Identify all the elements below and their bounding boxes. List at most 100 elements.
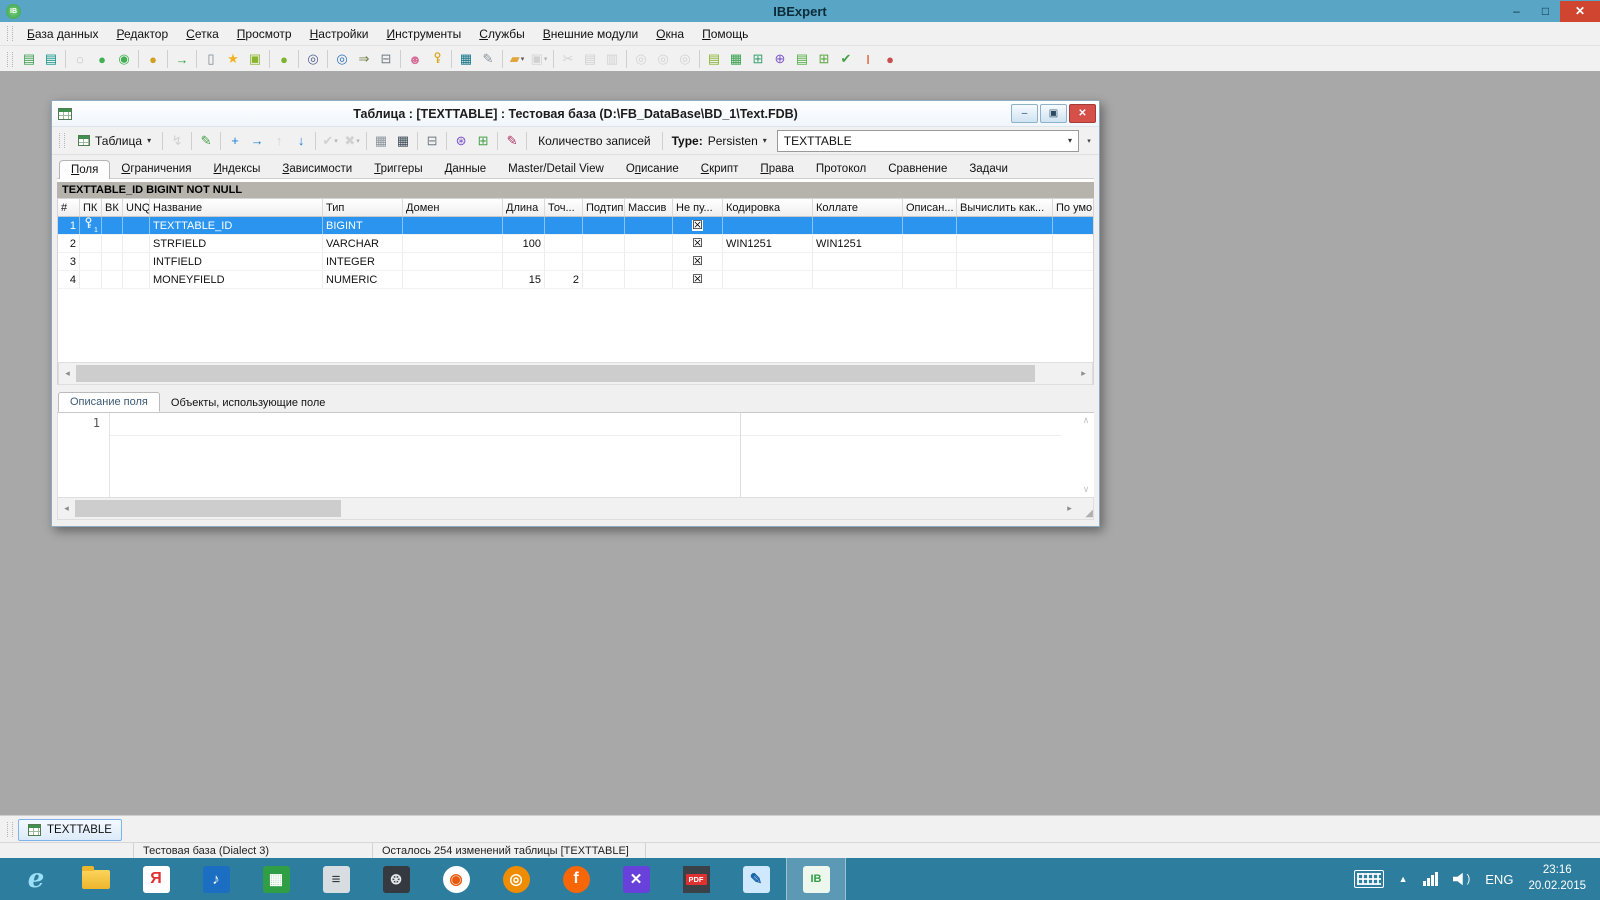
print-preview-icon[interactable]: ⊟ <box>421 130 443 152</box>
register-database-icon[interactable]: ▤ <box>18 48 40 70</box>
scrollbar-thumb[interactable] <box>75 500 341 517</box>
window-tab-texttable[interactable]: TEXTTABLE <box>18 819 122 841</box>
menu-инструменты[interactable]: Инструменты <box>377 24 470 44</box>
field-row[interactable]: 3INTFIELDINTEGER☒ <box>58 253 1093 271</box>
taskbar-icon-paint-app[interactable]: ◉ <box>426 858 486 900</box>
taskbar-icon-firefox[interactable]: f <box>546 858 606 900</box>
open-file-icon[interactable]: ▰▾ <box>506 48 528 70</box>
script-executive-icon[interactable]: ▦ <box>455 48 477 70</box>
tab-права[interactable]: Права <box>749 160 804 178</box>
tab-скрипт[interactable]: Скрипт <box>690 160 750 178</box>
new-generator-icon[interactable]: ⊞ <box>813 48 835 70</box>
tab-поля[interactable]: Поля <box>59 160 110 179</box>
move-field-down-icon[interactable]: ↓ <box>290 130 312 152</box>
taskbar-icon-spreadsheet-app[interactable]: ▦ <box>246 858 306 900</box>
maximize-button[interactable]: □ <box>1531 1 1560 22</box>
description-text-area[interactable] <box>110 413 1078 497</box>
reconnect-database-icon[interactable]: ◉ <box>113 48 135 70</box>
tab-задачи[interactable]: Задачи <box>958 160 1019 178</box>
scroll-up-arrow-icon[interactable]: ∧ <box>1083 415 1090 426</box>
database-registration-info-icon[interactable]: ● <box>142 48 164 70</box>
column-header[interactable]: Домен <box>403 199 503 216</box>
tab-индексы[interactable]: Индексы <box>202 160 271 178</box>
exit-connection-icon[interactable]: → <box>171 48 193 70</box>
column-header[interactable]: Тип <box>323 199 403 216</box>
taskbar-icon-orange-app[interactable]: ◎ <box>486 858 546 900</box>
field-row[interactable]: 11TEXTTABLE_IDBIGINT☒ <box>58 217 1093 235</box>
new-trigger-icon[interactable]: ▤ <box>791 48 813 70</box>
user-manager-icon[interactable]: ☻ <box>404 48 426 70</box>
column-header[interactable]: # <box>58 199 80 216</box>
new-table-icon[interactable]: ▦ <box>725 48 747 70</box>
tab-триггеры[interactable]: Триггеры <box>363 160 433 178</box>
new-check-constraint-icon[interactable]: ✔ <box>835 48 857 70</box>
menu-окна[interactable]: Окна <box>647 24 693 44</box>
column-header[interactable]: Название <box>150 199 323 216</box>
scroll-left-arrow-icon[interactable]: ◂ <box>59 363 76 384</box>
document-from-template-icon[interactable]: ★ <box>222 48 244 70</box>
column-header[interactable]: Вычислить как... <box>957 199 1053 216</box>
taskbar-icon-file-explorer[interactable] <box>66 858 126 900</box>
menu-настройки[interactable]: Настройки <box>301 24 378 44</box>
tab-описание[interactable]: Описание <box>615 160 690 178</box>
taskbar-icon-ibexpert[interactable]: IB <box>786 858 846 900</box>
new-role-icon[interactable]: ● <box>879 48 901 70</box>
unregister-database-icon[interactable]: ▤ <box>40 48 62 70</box>
drop-field-icon[interactable]: → <box>246 130 268 152</box>
recompute-statistics-icon[interactable]: ⊛ <box>450 130 472 152</box>
taskbar-icon-settings-app[interactable]: ⊛ <box>366 858 426 900</box>
column-header[interactable]: Длина <box>503 199 545 216</box>
column-header[interactable]: Кодировка <box>723 199 813 216</box>
taskbar-icon-purple-app[interactable]: ✕ <box>606 858 666 900</box>
taskbar-icon-calculator-app[interactable]: ≡ <box>306 858 366 900</box>
column-header[interactable]: Коллате <box>813 199 903 216</box>
new-view-icon[interactable]: ⊞ <box>747 48 769 70</box>
new-database-icon[interactable]: ▤ <box>703 48 725 70</box>
tab-описание-поля[interactable]: Описание поля <box>58 392 160 412</box>
tab-данные[interactable]: Данные <box>434 160 498 178</box>
not-null-checkbox[interactable]: ☒ <box>692 256 703 267</box>
scroll-left-arrow-icon[interactable]: ◂ <box>58 498 75 519</box>
menu-база-данных[interactable]: База данных <box>18 24 107 44</box>
clock[interactable]: 23:16 20.02.2015 <box>1528 863 1586 894</box>
menu-внешние-модули[interactable]: Внешние модули <box>534 24 647 44</box>
print-icon[interactable]: ⊟ <box>375 48 397 70</box>
new-script-icon[interactable]: ✎ <box>477 48 499 70</box>
column-header[interactable]: Подтип <box>583 199 625 216</box>
menu-сетка[interactable]: Сетка <box>177 24 228 44</box>
taskbar-icon-pdf-app[interactable]: PDF <box>666 858 726 900</box>
table-editor-titlebar[interactable]: Таблица : [TEXTTABLE] : Тестовая база (D… <box>52 101 1099 127</box>
insert-field-icon[interactable]: + <box>224 130 246 152</box>
volume-icon[interactable]: ) <box>1453 873 1471 886</box>
copy-document-icon[interactable]: ▣ <box>244 48 266 70</box>
tab-сравнение[interactable]: Сравнение <box>877 160 958 178</box>
field-row[interactable]: 4MONEYFIELDNUMERIC152☒ <box>58 271 1093 289</box>
menu-помощь[interactable]: Помощь <box>693 24 757 44</box>
tab-master-detail-view[interactable]: Master/Detail View <box>497 160 615 178</box>
new-procedure-icon[interactable]: ⊕ <box>769 48 791 70</box>
connect-database-icon[interactable]: ● <box>91 48 113 70</box>
taskbar-icon-volume-app[interactable]: ♪ <box>186 858 246 900</box>
column-header[interactable]: Не пу... <box>673 199 723 216</box>
not-null-checkbox[interactable]: ☒ <box>692 274 703 285</box>
new-index-icon[interactable]: I <box>857 48 879 70</box>
dependencies-viewer-icon[interactable]: ⊞ <box>472 130 494 152</box>
minimize-button[interactable]: – <box>1502 1 1531 22</box>
field-description-editor[interactable]: 1 ∧ ∨ <box>57 413 1094 497</box>
column-header[interactable]: По умо <box>1053 199 1093 216</box>
tab-ограничения[interactable]: Ограничения <box>110 160 202 178</box>
column-header[interactable]: ПК <box>80 199 102 216</box>
find-in-metadata-icon[interactable]: ◎ <box>302 48 324 70</box>
taskbar-icon-internet-explorer[interactable]: e <box>6 858 66 900</box>
tray-expand-icon[interactable]: ▲ <box>1399 874 1408 884</box>
column-header[interactable]: Точ... <box>545 199 583 216</box>
table-menu-button[interactable]: Таблица ▾ <box>70 131 159 151</box>
sql-editor-icon[interactable]: ● <box>273 48 295 70</box>
not-null-checkbox[interactable]: ☒ <box>692 220 703 231</box>
scrollbar-thumb[interactable] <box>76 365 1035 382</box>
new-document-icon[interactable]: ▯ <box>200 48 222 70</box>
child-restore-button[interactable]: ▣ <box>1040 104 1067 123</box>
menu-редактор[interactable]: Редактор <box>107 24 177 44</box>
extract-metadata-icon[interactable]: ⇒ <box>353 48 375 70</box>
taskbar-icon-yandex-browser[interactable]: Я <box>126 858 186 900</box>
